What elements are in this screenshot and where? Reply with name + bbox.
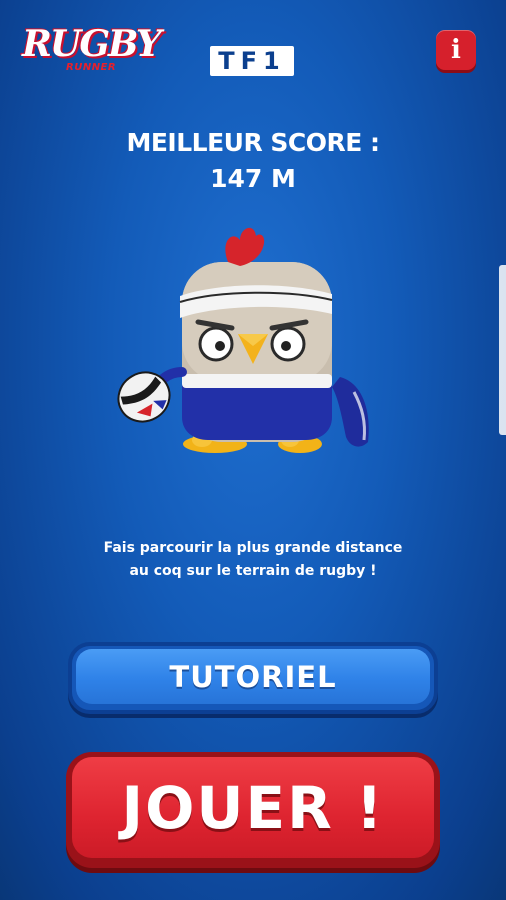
best-score-value: 147 M	[210, 164, 296, 193]
play-button-label: JOUER !	[72, 757, 434, 858]
play-button[interactable]: JOUER !	[66, 752, 440, 868]
tutorial-button-label: TUTORIEL	[76, 649, 430, 704]
instruction-line-2: au coq sur le terrain de rugby !	[129, 563, 377, 579]
rugby-runner-logo: RUGBY RUNNER	[22, 24, 162, 80]
rooster-character	[117, 227, 369, 453]
side-scroll-handle[interactable]	[499, 265, 506, 435]
tf1-logo: TF1	[210, 46, 294, 76]
tutorial-button[interactable]: TUTORIEL	[68, 642, 438, 714]
logo-subtitle: RUNNER	[66, 62, 117, 73]
info-button[interactable]: i	[436, 30, 476, 70]
logo-title: RUGBY	[22, 23, 162, 65]
instruction-line-1: Fais parcourir la plus grande distance	[103, 540, 403, 556]
info-icon: i	[451, 35, 461, 65]
tf1-logo-text: TF1	[218, 47, 286, 75]
best-score-label: MEILLEUR SCORE :	[126, 128, 380, 157]
instruction-text: Fais parcourir la plus grande distance a…	[60, 537, 446, 583]
